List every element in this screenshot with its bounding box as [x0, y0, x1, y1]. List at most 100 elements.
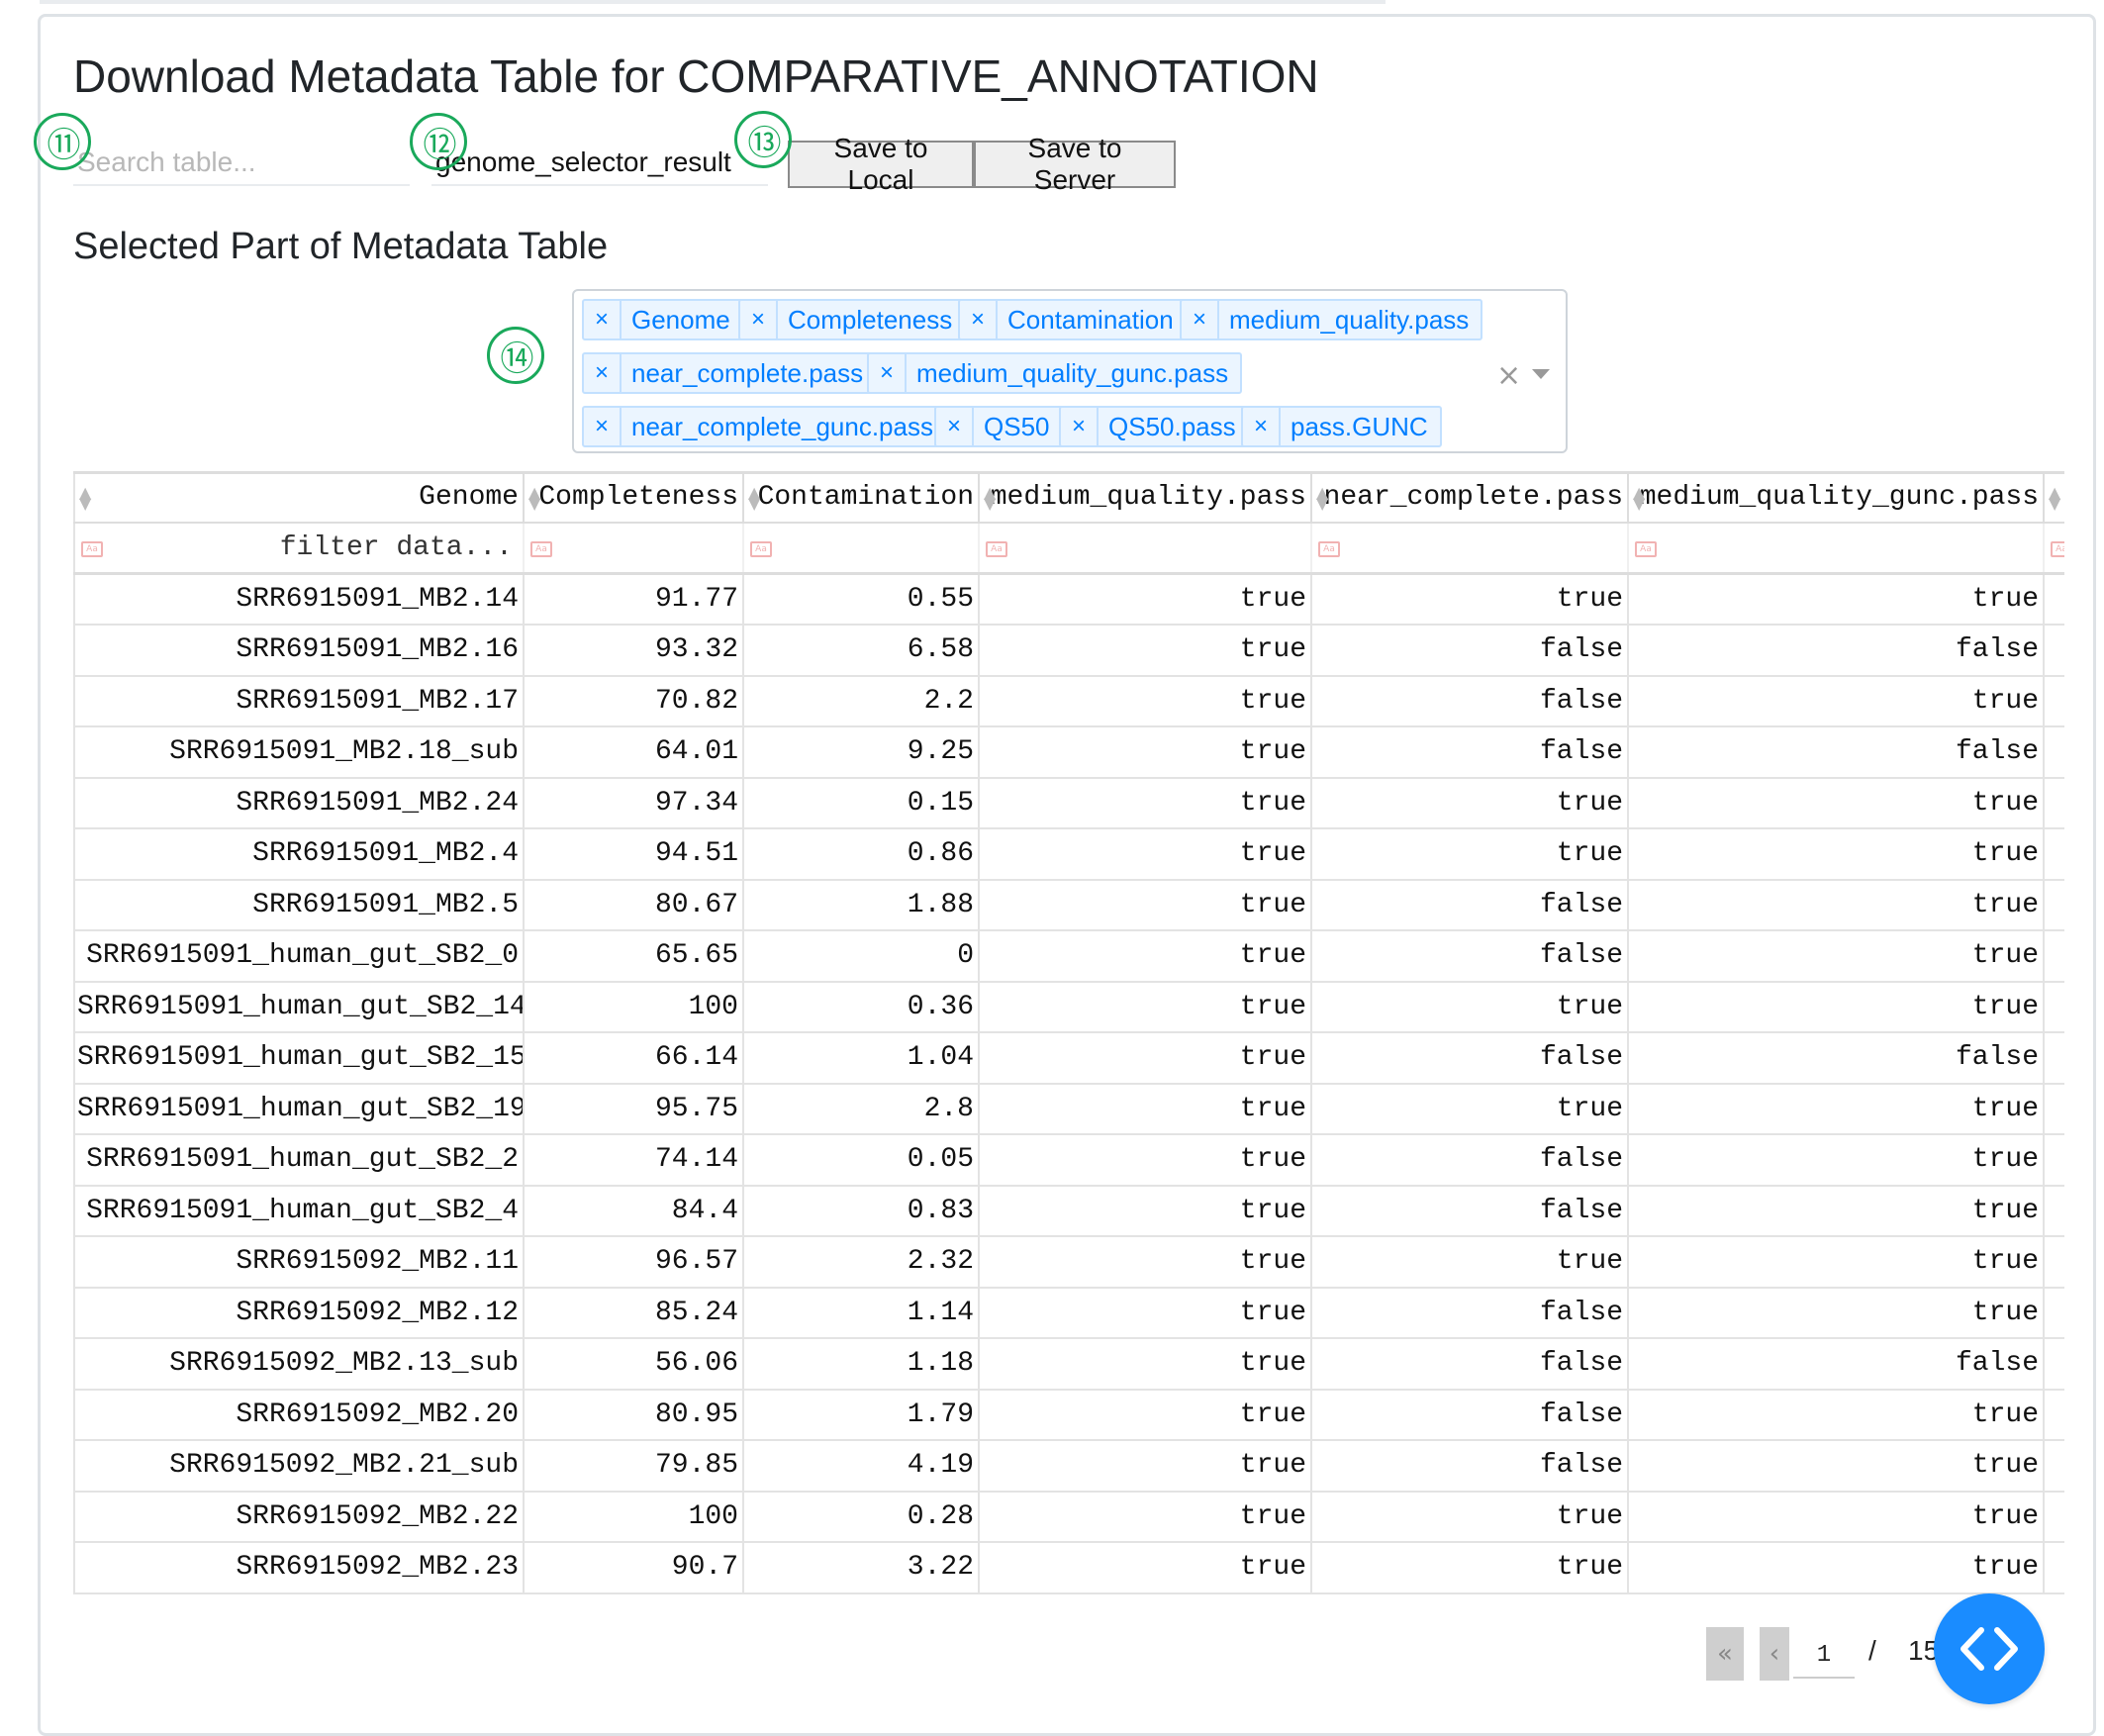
- clear-all-icon[interactable]: ×: [1496, 358, 1521, 393]
- filter-cell[interactable]: Aa: [524, 522, 744, 575]
- table-cell: 66.14: [524, 1032, 744, 1085]
- table-cell: SRR6915091_human_gut_SB2_19: [73, 1083, 525, 1135]
- search-input[interactable]: [73, 141, 410, 186]
- table-cell: true: [979, 1032, 1312, 1085]
- table-cell: SRR6915091_MB2.14: [73, 573, 525, 626]
- sort-icon[interactable]: ▲ ▼: [984, 485, 996, 512]
- metadata-table: ▲ ▼ Genome ▲ ▼ Completeness ▲ ▼ Contamination …: [73, 471, 2064, 1594]
- case-sensitive-icon[interactable]: Aa: [530, 540, 552, 557]
- table-cell: [2044, 1389, 2064, 1441]
- filter-cell[interactable]: Aa: [743, 522, 980, 575]
- page-number-input[interactable]: [1793, 1633, 1855, 1679]
- column-header[interactable]: ▲ ▼ Contamination: [743, 471, 980, 524]
- tag-label: Contamination: [1007, 304, 1174, 335]
- sort-icon[interactable]: ▲ ▼: [1316, 485, 1328, 512]
- table-cell: false: [1311, 1338, 1629, 1391]
- table-cell: true: [979, 1236, 1312, 1289]
- tag-remove-icon[interactable]: ×: [740, 301, 778, 338]
- code-toggle-button[interactable]: [1934, 1593, 2045, 1704]
- table-cell: [2044, 1185, 2064, 1237]
- table-cell: false: [1311, 625, 1629, 677]
- table-cell: [2044, 1134, 2064, 1187]
- tag-label: Genome: [631, 304, 730, 335]
- table-row: SRR6915091_MB2.18_sub 64.01 9.25 true false f…: [73, 726, 2064, 779]
- save-to-server-button[interactable]: Save to Server: [974, 133, 1176, 195]
- table-row: SRR6915091_MB2.14 91.77 0.55 true true true: [73, 573, 2064, 626]
- column-header[interactable]: ▲ ▼ Genome: [73, 471, 525, 524]
- table-row: SRR6915091_human_gut_SB2_2 74.14 0.05 true f…: [73, 1134, 2064, 1187]
- sort-icon[interactable]: ▲ ▼: [748, 485, 760, 512]
- annotation-marker-14: ⑭: [487, 327, 544, 384]
- annotation-marker-11: ⑪: [34, 113, 91, 170]
- table-cell: SRR6915091_human_gut_SB2_0: [73, 930, 525, 983]
- table-row: SRR6915091_MB2.5 80.67 1.88 true false true: [73, 879, 2064, 931]
- tag-remove-icon[interactable]: ×: [1243, 408, 1281, 445]
- table-cell: 2.32: [743, 1236, 980, 1289]
- sort-icon[interactable]: ▲ ▼: [2049, 485, 2060, 512]
- filter-cell[interactable]: Aa: [979, 522, 1312, 575]
- filename-input[interactable]: [431, 141, 768, 186]
- case-sensitive-icon[interactable]: Aa: [81, 540, 103, 557]
- table-cell: true: [1311, 1083, 1629, 1135]
- table-cell: true: [1628, 1440, 2045, 1493]
- tag-remove-icon[interactable]: ×: [584, 408, 622, 445]
- case-sensitive-icon[interactable]: Aa: [1635, 540, 1657, 557]
- filter-cell[interactable]: Aa: [2044, 522, 2064, 575]
- case-sensitive-icon[interactable]: Aa: [986, 540, 1007, 557]
- tag-remove-icon[interactable]: ×: [584, 301, 622, 338]
- table-cell: 4.19: [743, 1440, 980, 1493]
- case-sensitive-icon[interactable]: Aa: [1318, 540, 1340, 557]
- tag-remove-icon[interactable]: ×: [1061, 408, 1099, 445]
- first-page-button[interactable]: «: [1706, 1627, 1744, 1681]
- table-cell: false: [1311, 1287, 1629, 1339]
- page-separator: /: [1868, 1635, 1876, 1666]
- table-cell: [2044, 981, 2064, 1033]
- column-multiselect[interactable]: × Genome × Completeness × Contamination …: [572, 289, 1568, 453]
- table-cell: 0.55: [743, 573, 980, 626]
- case-sensitive-icon[interactable]: Aa: [750, 540, 772, 557]
- filter-cell[interactable]: Aa filter data...: [73, 522, 525, 575]
- table-cell: true: [979, 675, 1312, 727]
- table-row: SRR6915091_human_gut_SB2_14 100 0.36 true tr…: [73, 981, 2064, 1033]
- table-cell: SRR6915091_MB2.5: [73, 879, 525, 931]
- table-row: SRR6915092_MB2.21_sub 79.85 4.19 true false t…: [73, 1440, 2064, 1493]
- tag-remove-icon[interactable]: ×: [584, 354, 622, 392]
- table-cell: 70.82: [524, 675, 744, 727]
- table-cell: 0.28: [743, 1491, 980, 1543]
- tag-remove-icon[interactable]: ×: [869, 354, 907, 392]
- column-header[interactable]: ▲ ▼ medium_quality.pass: [979, 471, 1312, 524]
- case-sensitive-icon[interactable]: Aa: [2051, 540, 2064, 557]
- table-cell: SRR6915092_MB2.13_sub: [73, 1338, 525, 1391]
- table-cell: SRR6915092_MB2.12: [73, 1287, 525, 1339]
- column-header[interactable]: ▲ ▼ near_complete.pass: [1311, 471, 1629, 524]
- column-header[interactable]: ▲▼r: [2044, 471, 2064, 524]
- sort-icon[interactable]: ▲ ▼: [79, 485, 91, 512]
- table-cell: true: [979, 1542, 1312, 1594]
- column-header[interactable]: ▲ ▼ Completeness: [524, 471, 744, 524]
- table-cell: 0: [743, 930, 980, 983]
- table-cell: SRR6915091_MB2.17: [73, 675, 525, 727]
- filter-cell[interactable]: Aa: [1628, 522, 2045, 575]
- table-cell: false: [1311, 675, 1629, 727]
- table-cell: true: [979, 726, 1312, 779]
- table-cell: 1.18: [743, 1338, 980, 1391]
- table-cell: [2044, 828, 2064, 881]
- filter-row: Aa filter data... Aa Aa Aa Aa Aa Aa: [73, 522, 2064, 575]
- tag-label: QS50.pass: [1108, 411, 1236, 441]
- column-header[interactable]: ▲ ▼ medium_quality_gunc.pass: [1628, 471, 2045, 524]
- save-to-local-button[interactable]: Save to Local: [788, 133, 974, 195]
- sort-icon[interactable]: ▲ ▼: [528, 485, 540, 512]
- table-cell: false: [1311, 930, 1629, 983]
- sort-icon[interactable]: ▲ ▼: [1633, 485, 1645, 512]
- previous-page-button[interactable]: ‹: [1760, 1627, 1789, 1681]
- table-cell: [2044, 1287, 2064, 1339]
- tag-remove-icon[interactable]: ×: [960, 301, 998, 338]
- table-cell: SRR6915091_human_gut_SB2_2: [73, 1134, 525, 1187]
- table-cell: 9.25: [743, 726, 980, 779]
- filter-cell[interactable]: Aa: [1311, 522, 1629, 575]
- dropdown-caret-icon[interactable]: [1532, 369, 1550, 379]
- tag-remove-icon[interactable]: ×: [1182, 301, 1219, 338]
- annotation-marker-12: ⑫: [410, 113, 467, 170]
- table-cell: SRR6915091_human_gut_SB2_15: [73, 1032, 525, 1085]
- tag-remove-icon[interactable]: ×: [936, 408, 974, 445]
